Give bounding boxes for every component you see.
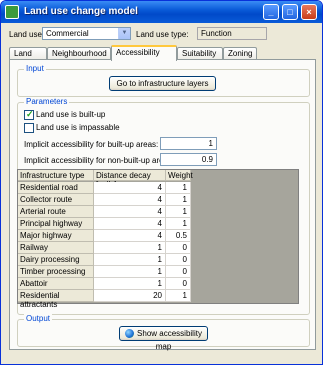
globe-icon — [125, 329, 135, 339]
distance-decay-cell[interactable]: 20 — [94, 290, 166, 302]
weight-cell[interactable]: 0 — [166, 242, 191, 254]
implicit-non-built-up-label: Implicit accessibility for non-built-up … — [24, 156, 175, 165]
weight-cell[interactable]: 1 — [166, 194, 191, 206]
show-accessibility-map-button[interactable]: Show accessibility map — [119, 326, 208, 351]
distance-decay-cell[interactable]: 4 — [94, 182, 166, 194]
main-window: Land use change model _ □ × Land use: Co… — [0, 0, 323, 365]
table-row-header[interactable]: Residential road — [18, 182, 94, 194]
land-use-type-field: Function — [197, 27, 267, 40]
implicit-non-built-up-value: 0.9 — [201, 155, 213, 164]
show-accessibility-map-label: Show accessibility map — [137, 329, 202, 351]
distance-decay-cell[interactable]: 1 — [94, 278, 166, 290]
land-use-select-value: Commercial — [46, 29, 89, 38]
impassable-checkbox-label[interactable]: Land use is impassable — [36, 123, 120, 132]
built-up-checkbox[interactable]: ✓ — [24, 109, 34, 120]
close-button[interactable]: × — [301, 4, 317, 20]
implicit-built-up-input[interactable]: 1 — [160, 137, 217, 150]
go-to-infrastructure-layers-button[interactable]: Go to infrastructure layers — [109, 76, 216, 91]
weight-cell[interactable]: 0 — [166, 254, 191, 266]
output-group: Output Show accessibility map — [17, 314, 310, 351]
infrastructure-table: Infrastructure type Distance decay [cell… — [17, 169, 299, 309]
implicit-non-built-up-input[interactable]: 0.9 — [160, 153, 217, 166]
distance-decay-cell[interactable]: 4 — [94, 194, 166, 206]
land-use-select[interactable]: Commercial ▼ — [42, 27, 131, 40]
input-group: Input Go to infrastructure layers — [17, 64, 310, 97]
implicit-built-up-label: Implicit accessibility for built-up area… — [24, 140, 159, 149]
title-bar[interactable]: Land use change model _ □ × — [1, 1, 322, 23]
minimize-button[interactable]: _ — [263, 4, 279, 20]
distance-decay-cell[interactable]: 4 — [94, 206, 166, 218]
land-use-type-value: Function — [201, 29, 232, 38]
distance-decay-cell[interactable]: 1 — [94, 242, 166, 254]
table-row-header[interactable]: Residential attractants — [18, 290, 94, 309]
weight-cell[interactable]: 1 — [166, 182, 191, 194]
column-header-weight[interactable]: Weight — [166, 170, 193, 181]
table-row-header[interactable]: Major highway — [18, 230, 94, 242]
table-row-header[interactable]: Abattoir — [18, 278, 94, 290]
table-row-header[interactable]: Dairy processing — [18, 254, 94, 266]
weight-cell[interactable]: 0 — [166, 278, 191, 290]
chevron-down-icon[interactable]: ▼ — [118, 28, 130, 39]
distance-decay-cell[interactable]: 1 — [94, 266, 166, 278]
weight-cell[interactable]: 1 — [166, 206, 191, 218]
table-row-header[interactable]: Collector route — [18, 194, 94, 206]
output-group-title: Output — [24, 314, 53, 323]
column-header-distance-decay[interactable]: Distance decay [cells] — [94, 170, 166, 189]
weight-cell[interactable]: 1 — [166, 218, 191, 230]
weight-cell[interactable]: 1 — [166, 290, 191, 302]
distance-decay-cell[interactable]: 1 — [94, 254, 166, 266]
weight-cell[interactable]: 0 — [166, 266, 191, 278]
land-use-type-label: Land use type: — [136, 30, 189, 39]
built-up-checkbox-label[interactable]: Land use is built-up — [36, 110, 105, 119]
distance-decay-cell[interactable]: 4 — [94, 218, 166, 230]
table-row-header[interactable]: Railway — [18, 242, 94, 254]
tab-accessibility[interactable]: Accessibility — [111, 45, 177, 61]
table-row-header[interactable]: Timber processing — [18, 266, 94, 278]
weight-cell[interactable]: 0.5 — [166, 230, 191, 242]
table-row-header[interactable]: Arterial route — [18, 206, 94, 218]
table-row-header[interactable]: Principal highway — [18, 218, 94, 230]
impassable-checkbox[interactable] — [24, 123, 34, 133]
column-header-infrastructure-type[interactable]: Infrastructure type — [18, 170, 94, 181]
distance-decay-cell[interactable]: 4 — [94, 230, 166, 242]
input-group-title: Input — [24, 64, 46, 73]
land-use-label: Land use: — [9, 30, 45, 39]
app-icon — [5, 5, 19, 19]
window-title: Land use change model — [24, 6, 138, 17]
maximize-button[interactable]: □ — [282, 4, 298, 20]
parameters-group-title: Parameters — [24, 97, 70, 106]
checkmark-icon: ✓ — [26, 109, 34, 119]
implicit-built-up-value: 1 — [208, 139, 213, 148]
